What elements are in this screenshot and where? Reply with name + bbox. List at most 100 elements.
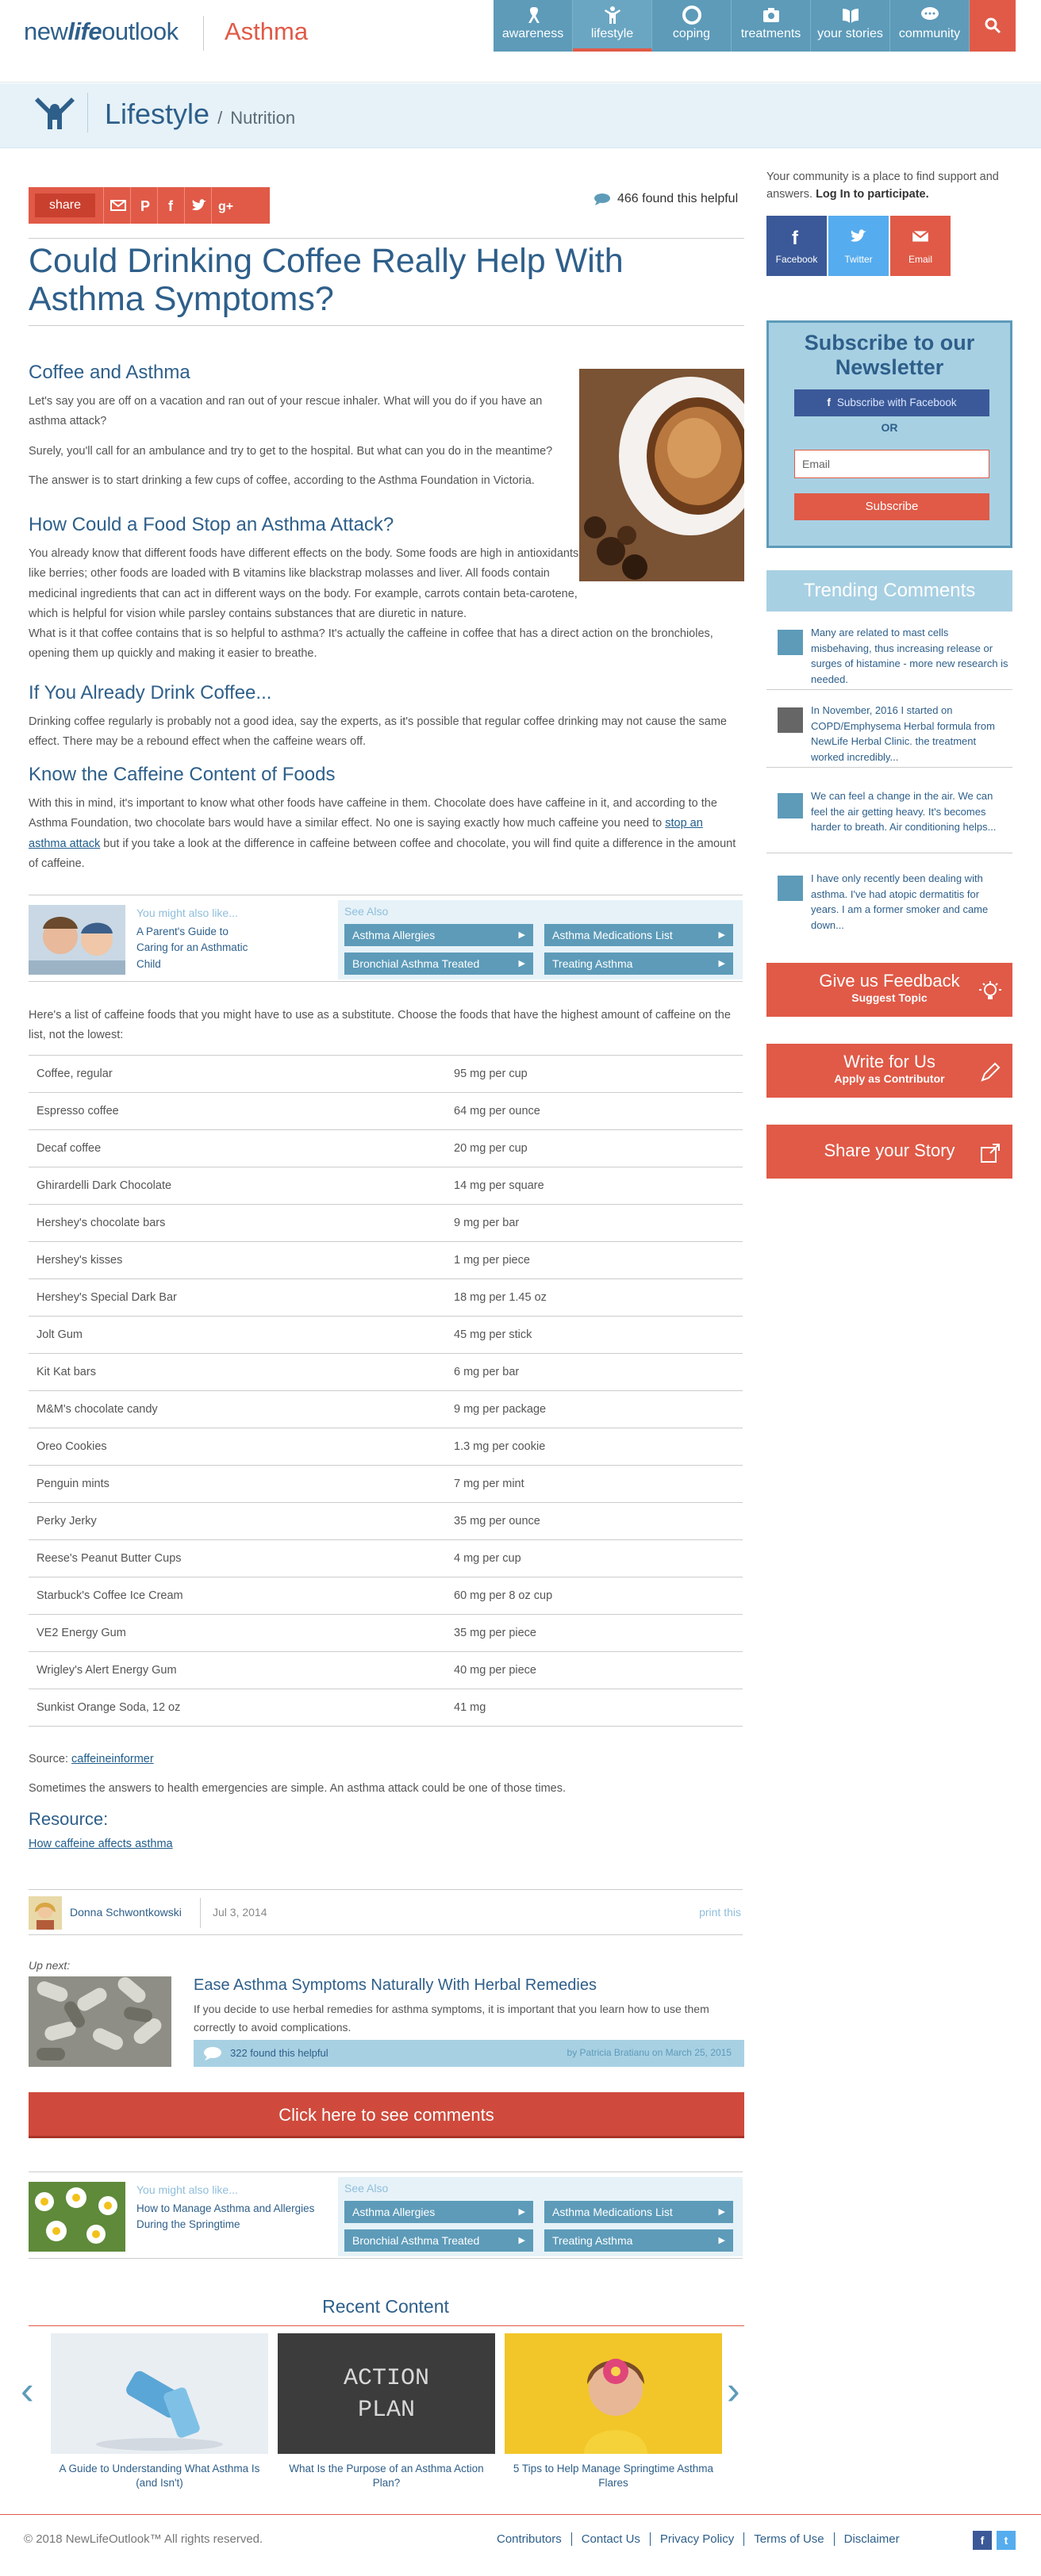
play-arrow-icon: ▶ xyxy=(718,2207,725,2217)
recent-card[interactable]: 5 Tips to Help Manage Springtime Asthma … xyxy=(505,2333,722,2490)
facebook-icon[interactable]: f xyxy=(973,2531,992,2550)
food-name-cell: Espresso coffee xyxy=(36,1105,119,1117)
carousel-prev-icon[interactable]: ‹ xyxy=(21,2367,34,2413)
share-label[interactable]: share xyxy=(35,194,96,217)
footer-link-contact[interactable]: Contact Us xyxy=(572,2532,651,2546)
login-link[interactable]: Log In to participate. xyxy=(816,188,929,201)
see-also-box: See Also Asthma Allergies ▶ Asthma Medica… xyxy=(338,900,743,979)
food-name-cell: Penguin mints xyxy=(36,1478,109,1490)
recent-card[interactable]: ACTION PLAN What Is the Purpose of an As… xyxy=(278,2333,495,2490)
caffeine-amount-cell: 14 mg per square xyxy=(454,1179,544,1192)
external-link-icon xyxy=(981,1144,1000,1163)
table-row: Espresso coffee 64 mg per ounce xyxy=(29,1093,743,1130)
food-name-cell: Coffee, regular xyxy=(36,1068,113,1080)
table-row: VE2 Energy Gum 35 mg per piece xyxy=(29,1615,743,1652)
lifestyle-icon xyxy=(35,98,75,129)
food-name-cell: Jolt Gum xyxy=(36,1328,83,1341)
print-link[interactable]: print this xyxy=(699,1906,741,1919)
article-section-4: Know the Caffeine Content of Foods With … xyxy=(29,764,743,875)
share-googleplus[interactable]: g+ xyxy=(211,187,238,224)
source-link[interactable]: caffeineinformer xyxy=(71,1753,154,1765)
nav-coping[interactable]: coping xyxy=(652,0,732,52)
pinterest-icon: P xyxy=(140,198,150,214)
resource-link[interactable]: How caffeine affects asthma xyxy=(29,1838,173,1850)
svg-text:f: f xyxy=(792,228,799,246)
resource-heading: Resource: xyxy=(29,1808,109,1829)
heading-already-drink-coffee: If You Already Drink Coffee... xyxy=(29,682,272,703)
food-name-cell: VE2 Energy Gum xyxy=(36,1627,126,1639)
share-twitter[interactable] xyxy=(184,187,211,224)
might-also-like-link[interactable]: A Parent's Guide to Caring for an Asthma… xyxy=(136,924,255,972)
helpful-count: 466 found this helpful xyxy=(593,192,738,206)
site-logo[interactable]: newlifeoutlook xyxy=(24,17,179,46)
share-facebook[interactable]: f xyxy=(157,187,184,224)
caffeine-amount-cell: 1.3 mg per cookie xyxy=(454,1440,546,1453)
sidebar-twitter-button[interactable]: Twitter xyxy=(828,216,889,276)
footer-link-contributors[interactable]: Contributors xyxy=(497,2532,572,2546)
footer-link-disclaimer[interactable]: Disclaimer xyxy=(835,2532,909,2546)
herbal-remedies-image[interactable] xyxy=(29,1976,171,2067)
see-also-treating-asthma[interactable]: Treating Asthma ▶ xyxy=(544,2229,733,2252)
food-name-cell: Starbuck's Coffee Ice Cream xyxy=(36,1589,183,1602)
parent-child-image[interactable] xyxy=(29,905,125,975)
subscribe-button[interactable]: Subscribe xyxy=(794,493,989,520)
person-icon xyxy=(605,6,620,24)
food-name-cell: Wrigley's Alert Energy Gum xyxy=(36,1664,177,1677)
share-bar: share P f g+ xyxy=(29,187,270,224)
share-email[interactable] xyxy=(103,187,130,224)
nav-lifestyle[interactable]: lifestyle xyxy=(573,0,652,52)
caffeine-amount-cell: 35 mg per ounce xyxy=(454,1515,540,1528)
table-row: Hershey's chocolate bars 9 mg per bar xyxy=(29,1205,743,1242)
author-avatar[interactable] xyxy=(29,1896,62,1930)
upnext-meta-bar: 322 found this helpful by Patricia Brati… xyxy=(194,2040,744,2067)
sidebar-facebook-button[interactable]: f Facebook xyxy=(766,216,827,276)
share-pinterest[interactable]: P xyxy=(130,187,157,224)
nav-community[interactable]: community xyxy=(890,0,970,52)
upnext-title[interactable]: Ease Asthma Symptoms Naturally With Herb… xyxy=(194,1976,597,1995)
trending-comment[interactable]: Many are related to mast cells misbehavi… xyxy=(766,622,1012,690)
table-row: Wrigley's Alert Energy Gum 40 mg per piec… xyxy=(29,1652,743,1689)
table-row: Ghirardelli Dark Chocolate 14 mg per squa… xyxy=(29,1167,743,1205)
twitter-icon[interactable]: t xyxy=(997,2531,1016,2550)
see-comments-button[interactable]: Click here to see comments xyxy=(29,2092,744,2138)
food-name-cell: Reese's Peanut Butter Cups xyxy=(36,1552,182,1565)
sidebar-email-button[interactable]: Email xyxy=(890,216,951,276)
footer-link-terms[interactable]: Terms of Use xyxy=(744,2532,835,2546)
food-name-cell: Oreo Cookies xyxy=(36,1440,107,1453)
see-also-bronchial-treated[interactable]: Bronchial Asthma Treated ▶ xyxy=(344,2229,533,2252)
write-for-us-button[interactable]: Write for Us Apply as Contributor xyxy=(766,1044,1012,1098)
see-also-medications-list[interactable]: Asthma Medications List ▶ xyxy=(544,2201,733,2223)
subscribe-facebook-button[interactable]: f Subscribe with Facebook xyxy=(794,389,989,416)
see-also-treating-asthma[interactable]: Treating Asthma ▶ xyxy=(544,953,733,975)
see-also-asthma-allergies[interactable]: Asthma Allergies ▶ xyxy=(344,2201,533,2223)
table-row: M&M's chocolate candy 9 mg per package xyxy=(29,1391,743,1428)
ribbon-icon xyxy=(528,7,540,23)
author-name[interactable]: Donna Schwontkowski xyxy=(70,1906,182,1919)
daisies-image[interactable] xyxy=(29,2182,125,2252)
condition-name[interactable]: Asthma xyxy=(225,17,308,46)
recent-card[interactable]: A Guide to Understanding What Asthma Is … xyxy=(51,2333,268,2490)
might-also-like-link[interactable]: How to Manage Asthma and Allergies Durin… xyxy=(136,2201,327,2233)
see-also-medications-list[interactable]: Asthma Medications List ▶ xyxy=(544,924,733,946)
trending-comment[interactable]: We can feel a change in the air. We can … xyxy=(766,785,1012,853)
footer-link-privacy[interactable]: Privacy Policy xyxy=(651,2532,745,2546)
svg-text:f: f xyxy=(168,198,174,214)
email-field[interactable]: Email xyxy=(794,450,989,478)
search-button[interactable] xyxy=(970,0,1016,52)
caffeine-amount-cell: 64 mg per ounce xyxy=(454,1105,540,1117)
share-story-button[interactable]: Share your Story xyxy=(766,1125,1012,1179)
feedback-button[interactable]: Give us Feedback Suggest Topic xyxy=(766,963,1012,1017)
table-row: Starbuck's Coffee Ice Cream 60 mg per 8 o… xyxy=(29,1577,743,1615)
carousel-next-icon[interactable]: › xyxy=(727,2367,740,2413)
see-also-bronchial-treated[interactable]: Bronchial Asthma Treated ▶ xyxy=(344,953,533,975)
nav-treatments[interactable]: treatments xyxy=(732,0,811,52)
author-bar: Donna Schwontkowski Jul 3, 2014 print th… xyxy=(29,1889,743,1935)
trending-comment[interactable]: In November, 2016 I started on COPD/Emph… xyxy=(766,700,1012,768)
table-row: Reese's Peanut Butter Cups 4 mg per cup xyxy=(29,1540,743,1577)
caffeine-amount-cell: 40 mg per piece xyxy=(454,1664,536,1677)
see-also-asthma-allergies[interactable]: Asthma Allergies ▶ xyxy=(344,924,533,946)
nav-your-stories[interactable]: your stories xyxy=(811,0,890,52)
caffeine-amount-cell: 9 mg per package xyxy=(454,1403,547,1416)
nav-awareness[interactable]: awareness xyxy=(494,0,573,52)
trending-comment[interactable]: I have only recently been dealing with a… xyxy=(766,868,1012,936)
